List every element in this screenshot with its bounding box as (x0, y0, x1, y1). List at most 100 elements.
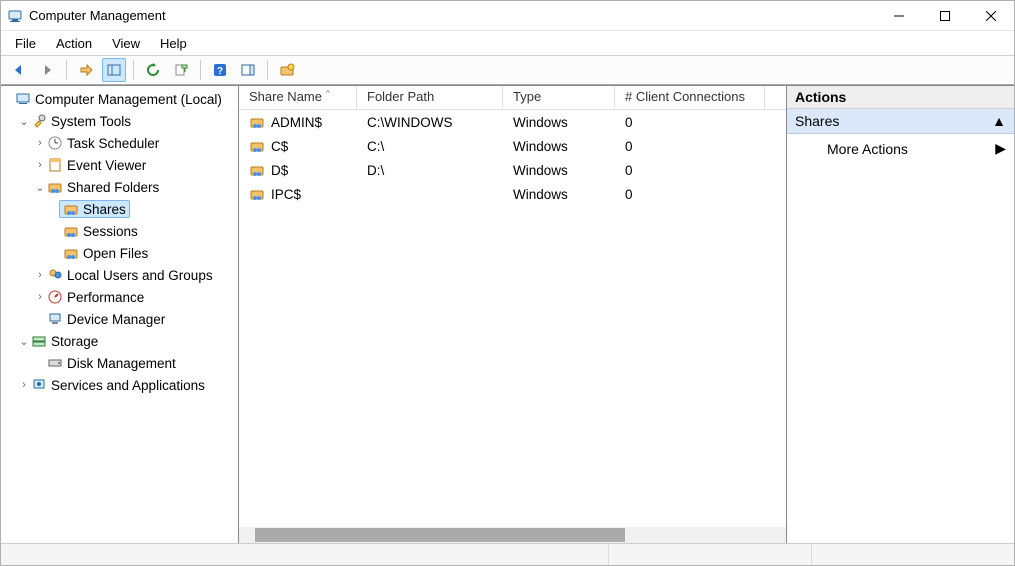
tree-label: Local Users and Groups (67, 268, 213, 283)
tree-label: Services and Applications (51, 378, 205, 393)
list-row[interactable]: D$D:\Windows0 (239, 158, 786, 182)
window-title: Computer Management (29, 8, 166, 23)
tree-label: Event Viewer (67, 158, 146, 173)
sort-indicator-icon: ^ (326, 89, 330, 98)
tools-icon (31, 113, 47, 129)
list-header: Share Name^ Folder Path Type # Client Co… (239, 86, 786, 110)
tree-item-local-users[interactable]: › Local Users and Groups (33, 264, 238, 286)
tree-label: Sessions (83, 224, 138, 239)
computer-icon (15, 91, 31, 107)
actions-more-link[interactable]: More Actions ▶ (787, 134, 1014, 163)
cell-connections: 0 (625, 115, 633, 130)
cell-folder-path: C:\WINDOWS (367, 115, 453, 130)
cell-folder-path: D:\ (367, 163, 384, 178)
toolbar-separator (200, 60, 201, 80)
up-button[interactable] (74, 58, 98, 82)
help-button[interactable]: ? (208, 58, 232, 82)
show-tree-button[interactable] (102, 58, 126, 82)
device-manager-icon (47, 311, 63, 327)
maximize-button[interactable] (922, 1, 968, 31)
actions-header: Actions (787, 86, 1014, 109)
actions-section-shares[interactable]: Shares ▲ (787, 109, 1014, 134)
column-share-name[interactable]: Share Name^ (239, 86, 357, 109)
cell-type: Windows (513, 139, 568, 154)
statusbar (1, 543, 1014, 565)
tree-item-event-viewer[interactable]: › Event Viewer (33, 154, 238, 176)
toolbar-separator (267, 60, 268, 80)
tree-label: Storage (51, 334, 98, 349)
tree-item-shares[interactable]: Shares (49, 198, 238, 220)
performance-icon (47, 289, 63, 305)
svg-text:?: ? (217, 66, 223, 77)
tree-item-device-manager[interactable]: Device Manager (33, 308, 238, 330)
column-connections[interactable]: # Client Connections (615, 86, 765, 109)
tree-label: Shared Folders (67, 180, 159, 195)
cell-type: Windows (513, 115, 568, 130)
list-row[interactable]: ADMIN$C:\WINDOWSWindows0 (239, 110, 786, 134)
tree-label: Open Files (83, 246, 148, 261)
tree-item-storage[interactable]: ⌄ Storage (17, 330, 238, 352)
nav-forward-button[interactable] (35, 58, 59, 82)
share-icon (249, 162, 265, 178)
users-icon (47, 267, 63, 283)
tree-item-system-tools[interactable]: ⌄ System Tools (17, 110, 238, 132)
scrollbar-thumb[interactable] (255, 528, 625, 542)
actions-pane: Actions Shares ▲ More Actions ▶ (786, 86, 1014, 543)
shared-folder-icon (47, 179, 63, 195)
tree-label: System Tools (51, 114, 131, 129)
expander-icon[interactable]: ⌄ (33, 181, 47, 194)
toolbar: ? (1, 55, 1014, 85)
close-button[interactable] (968, 1, 1014, 31)
column-type[interactable]: Type (503, 86, 615, 109)
tree-item-open-files[interactable]: Open Files (49, 242, 238, 264)
column-folder-path[interactable]: Folder Path (357, 86, 503, 109)
tree-label: Task Scheduler (67, 136, 159, 151)
tree-item-sessions[interactable]: Sessions (49, 220, 238, 242)
new-share-button[interactable] (275, 58, 299, 82)
menu-action[interactable]: Action (46, 34, 102, 53)
cell-connections: 0 (625, 139, 633, 154)
list-body: ADMIN$C:\WINDOWSWindows0C$C:\Windows0D$D… (239, 110, 786, 527)
minimize-button[interactable] (876, 1, 922, 31)
sessions-icon (63, 223, 79, 239)
shares-icon (63, 201, 79, 217)
storage-icon (31, 333, 47, 349)
expander-icon[interactable]: › (33, 159, 47, 171)
horizontal-scrollbar[interactable] (239, 527, 786, 543)
list-row[interactable]: IPC$Windows0 (239, 182, 786, 206)
expander-icon[interactable]: ⌄ (17, 335, 31, 348)
export-button[interactable] (169, 58, 193, 82)
menu-file[interactable]: File (5, 34, 46, 53)
clock-icon (47, 135, 63, 151)
tree-item-disk-management[interactable]: Disk Management (33, 352, 238, 374)
tree-label: Device Manager (67, 312, 165, 327)
refresh-button[interactable] (141, 58, 165, 82)
share-icon (249, 186, 265, 202)
toolbar-separator (66, 60, 67, 80)
menu-help[interactable]: Help (150, 34, 197, 53)
cell-folder-path: C:\ (367, 139, 384, 154)
tree-item-task-scheduler[interactable]: › Task Scheduler (33, 132, 238, 154)
cell-connections: 0 (625, 163, 633, 178)
actions-section-label: Shares (795, 113, 839, 129)
expander-icon[interactable]: › (33, 291, 47, 303)
app-icon (7, 8, 23, 24)
tree-label: Computer Management (Local) (35, 92, 222, 107)
share-icon (249, 138, 265, 154)
tree-label: Disk Management (67, 356, 176, 371)
collapse-icon: ▲ (992, 113, 1006, 129)
menu-view[interactable]: View (102, 34, 150, 53)
expander-icon[interactable]: › (17, 379, 31, 391)
nav-back-button[interactable] (7, 58, 31, 82)
expander-icon[interactable]: ⌄ (17, 115, 31, 128)
expander-icon[interactable]: › (33, 137, 47, 149)
open-files-icon (63, 245, 79, 261)
tree-item-shared-folders[interactable]: ⌄ Shared Folders (33, 176, 238, 198)
show-actions-button[interactable] (236, 58, 260, 82)
tree-item-services-apps[interactable]: › Services and Applications (17, 374, 238, 396)
tree-label: Shares (83, 202, 126, 217)
list-row[interactable]: C$C:\Windows0 (239, 134, 786, 158)
tree-item-performance[interactable]: › Performance (33, 286, 238, 308)
expander-icon[interactable]: › (33, 269, 47, 281)
tree-item-root[interactable]: Computer Management (Local) (1, 88, 238, 110)
